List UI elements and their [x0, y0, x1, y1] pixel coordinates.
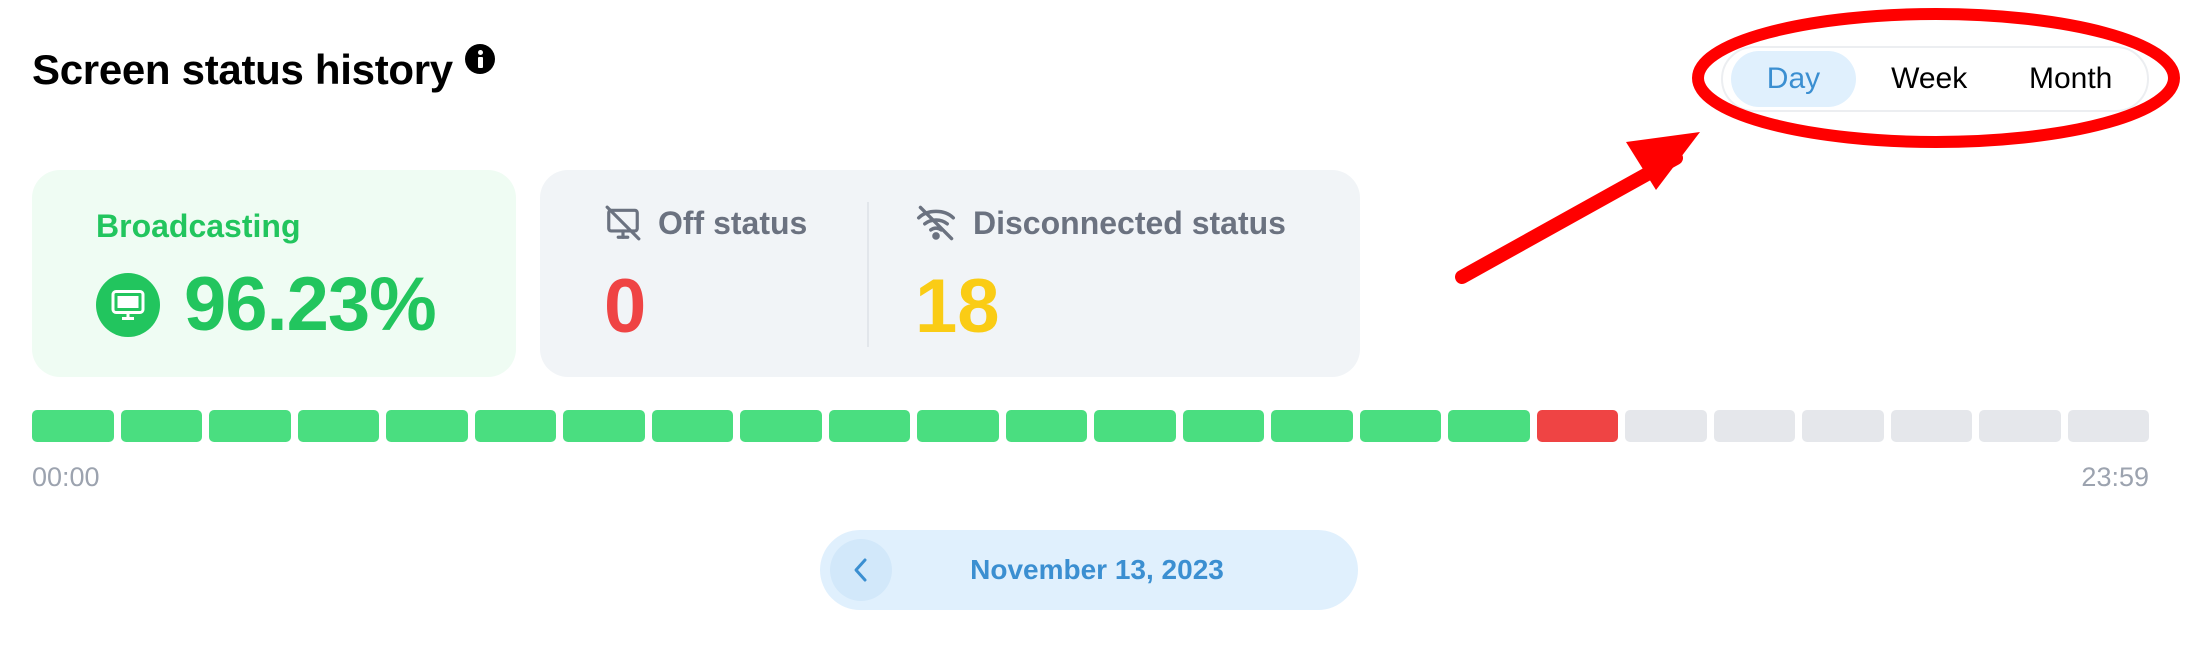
- timeline-segment-broadcasting[interactable]: [563, 410, 645, 442]
- annotation-arrow-shaft: [1455, 151, 1683, 284]
- timeline-segment-broadcasting[interactable]: [1182, 410, 1264, 442]
- disconnected-status-value: 18: [915, 264, 1000, 349]
- timeline-start-label: 00:00: [32, 462, 100, 492]
- broadcasting-value: 96.23%: [184, 262, 437, 347]
- status-card: Off status 0 Disconnected status 18: [540, 170, 1360, 377]
- timeline-segment-broadcasting[interactable]: [917, 410, 999, 442]
- timeline-segment-broadcasting[interactable]: [386, 410, 468, 442]
- range-day-button[interactable]: Day: [1731, 51, 1856, 107]
- timeline-segment-none[interactable]: [1802, 410, 1884, 442]
- range-toggle: Day Week Month: [1721, 46, 2149, 112]
- timeline-segment-none[interactable]: [1890, 410, 1972, 442]
- timeline-segment-broadcasting[interactable]: [1271, 410, 1353, 442]
- timeline-segment-broadcasting[interactable]: [1448, 410, 1530, 442]
- range-month-button[interactable]: Month: [2002, 51, 2139, 107]
- monitor-icon: [96, 273, 160, 337]
- off-status-label: Off status: [658, 204, 808, 241]
- annotation-arrow-head: [1626, 132, 1700, 190]
- timeline-segment-broadcasting[interactable]: [651, 410, 733, 442]
- broadcasting-label: Broadcasting: [96, 208, 301, 244]
- timeline-segment-none[interactable]: [1979, 410, 2061, 442]
- wifi-off-icon: [917, 205, 955, 241]
- timeline-segment-broadcasting[interactable]: [1005, 410, 1087, 442]
- timeline-segment-off[interactable]: [1536, 410, 1618, 442]
- timeline-segment-none[interactable]: [1713, 410, 1795, 442]
- disconnected-status-label: Disconnected status: [973, 204, 1286, 241]
- timeline-segment-broadcasting[interactable]: [474, 410, 556, 442]
- timeline-segment-none[interactable]: [2067, 410, 2149, 442]
- timeline-segment-broadcasting[interactable]: [1094, 410, 1176, 442]
- current-date: November 13, 2023: [970, 554, 1224, 585]
- date-navigator: November 13, 2023: [820, 530, 1358, 610]
- timeline-end-label: 23:59: [2081, 462, 2149, 492]
- timeline-segment-broadcasting[interactable]: [828, 410, 910, 442]
- timeline-segment-broadcasting[interactable]: [1359, 410, 1441, 442]
- broadcasting-card: Broadcasting 96.23%: [32, 170, 516, 377]
- page-title: Screen status history: [32, 46, 453, 93]
- status-divider: [867, 202, 869, 347]
- status-timeline: [32, 410, 2149, 442]
- off-status-value: 0: [604, 264, 647, 349]
- timeline-segment-broadcasting[interactable]: [32, 410, 114, 442]
- monitor-off-icon: [605, 205, 641, 241]
- timeline-segment-broadcasting[interactable]: [209, 410, 291, 442]
- timeline-segment-broadcasting[interactable]: [297, 410, 379, 442]
- timeline-segment-broadcasting[interactable]: [740, 410, 822, 442]
- header: Screen status history: [32, 42, 495, 98]
- timeline-segment-none[interactable]: [1625, 410, 1707, 442]
- timeline-segment-broadcasting[interactable]: [120, 410, 202, 442]
- info-icon[interactable]: [464, 44, 495, 74]
- range-week-button[interactable]: Week: [1856, 51, 2002, 107]
